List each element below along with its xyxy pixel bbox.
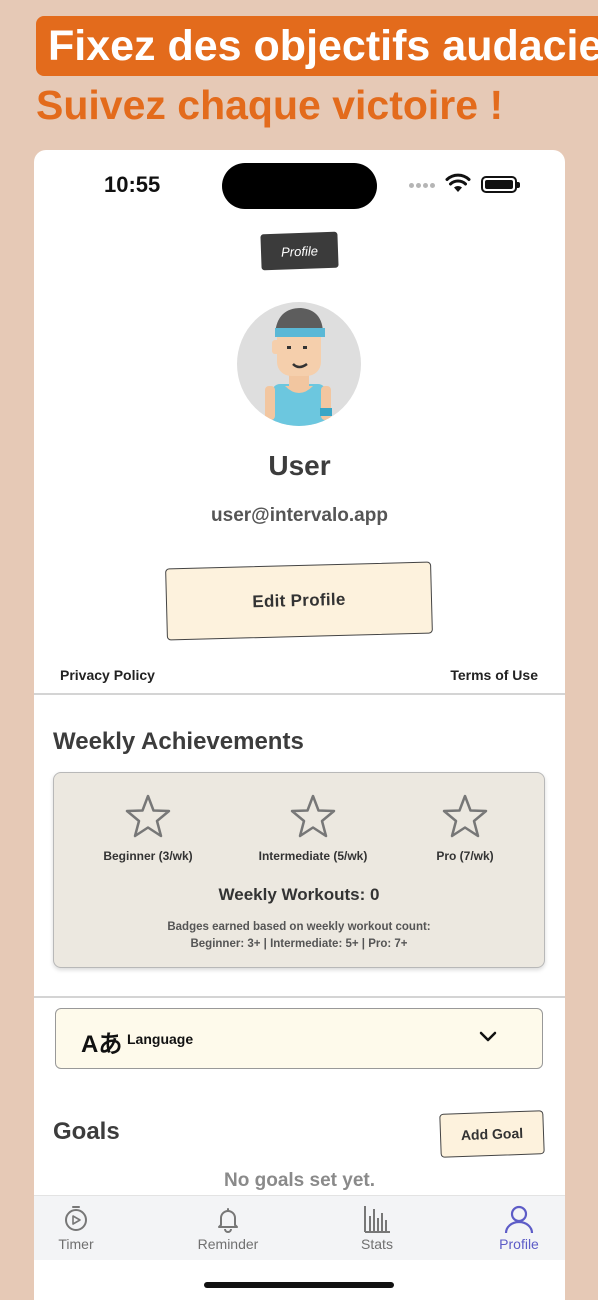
bar-chart-icon [364, 1206, 390, 1233]
tab-label: Timer [58, 1236, 94, 1252]
timer-icon [65, 1206, 87, 1231]
badge-note-line: Badges earned based on weekly workout co… [167, 921, 431, 933]
status-time: 10:55 [104, 172, 161, 197]
badge-label: Intermediate (5/wk) [258, 849, 368, 863]
tab-reminder[interactable]: Reminder [178, 1204, 278, 1252]
profile-email: user@intervalo.app [211, 505, 388, 526]
promo-subheadline: Suivez chaque victoire ! [36, 82, 504, 128]
signal-icon [409, 183, 435, 188]
badge-beginner: Beginner (3/wk) [73, 793, 223, 863]
language-selector[interactable]: Aあ Language [55, 1008, 543, 1069]
badge-note: Badges earned based on weekly workout co… [54, 919, 544, 953]
avatar [237, 302, 361, 426]
divider [34, 693, 565, 695]
star-outline-icon [290, 794, 336, 838]
weekly-workouts-count: Weekly Workouts: 0 [218, 885, 380, 904]
badge-label: Beginner (3/wk) [103, 849, 193, 863]
badge-intermediate: Intermediate (5/wk) [238, 793, 388, 863]
star-outline-icon [125, 794, 171, 838]
achievements-card: Beginner (3/wk) Intermediate (5/wk) Pro … [53, 772, 545, 968]
battery-icon [481, 176, 520, 193]
tab-label: Profile [499, 1236, 539, 1252]
privacy-policy-link[interactable]: Privacy Policy [60, 667, 155, 683]
tab-profile[interactable]: Profile [469, 1204, 565, 1252]
tab-label: Stats [361, 1236, 393, 1252]
tab-bar: Timer Reminder Stats Profile [34, 1195, 565, 1260]
wifi-icon [445, 173, 471, 192]
home-indicator [204, 1282, 394, 1288]
goals-empty-message: No goals set yet. [224, 1170, 375, 1191]
badge-label: Pro (7/wk) [436, 849, 494, 863]
badge-note-line: Beginner: 3+ | Intermediate: 5+ | Pro: 7… [190, 938, 408, 950]
goals-title: Goals [53, 1118, 120, 1145]
star-outline-icon [442, 794, 488, 838]
achievements-title: Weekly Achievements [53, 728, 304, 755]
phone-screen: 10:55 Profile User user@intervalo.app Ed… [34, 150, 565, 1300]
translate-icon: Aあ [81, 1031, 123, 1058]
profile-header-tag: Profile [260, 231, 339, 271]
language-label: Language [127, 1031, 194, 1047]
badge-pro: Pro (7/wk) [390, 793, 540, 863]
bell-icon [218, 1208, 238, 1233]
tab-label: Reminder [197, 1236, 259, 1252]
user-icon [504, 1205, 534, 1234]
add-goal-button[interactable]: Add Goal [439, 1110, 545, 1158]
chevron-down-icon [479, 1031, 497, 1042]
profile-name: User [268, 450, 331, 481]
tab-timer[interactable]: Timer [34, 1204, 126, 1252]
terms-of-use-link[interactable]: Terms of Use [450, 667, 538, 683]
status-icons [409, 172, 524, 196]
tab-stats[interactable]: Stats [327, 1204, 427, 1252]
edit-profile-button[interactable]: Edit Profile [165, 561, 433, 641]
divider [34, 996, 565, 998]
promo-headline: Fixez des objectifs audacieux [36, 16, 598, 76]
dynamic-island [222, 163, 377, 209]
